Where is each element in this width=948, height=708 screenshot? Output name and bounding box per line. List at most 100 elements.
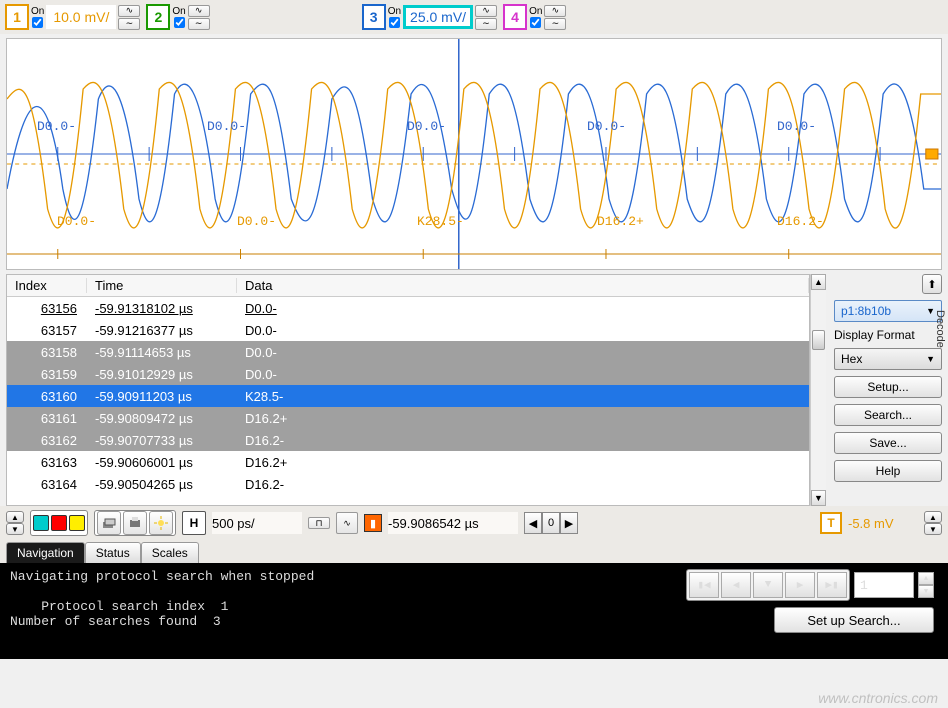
color-chip-red[interactable] [51, 515, 67, 531]
table-row[interactable]: 63163-59.90606001 µsD16.2+ [7, 451, 809, 473]
channel-4-group: 4 On ∿ ∼ [503, 4, 566, 30]
protocol-dropdown[interactable]: p1:8b10b ▼ [834, 300, 942, 322]
channel-3-scale[interactable]: 25.0 mV/ [403, 5, 473, 29]
channel-1-scale[interactable]: 10.0 mV/ [46, 5, 116, 29]
timebase-field[interactable] [212, 512, 302, 534]
channel-4-coupling-stack: ∿ ∼ [544, 5, 566, 30]
print-icon[interactable] [123, 511, 147, 535]
save-button[interactable]: Save... [834, 432, 942, 454]
channel-3-checkbox[interactable] [389, 17, 400, 28]
decode-bot-label: D16.2+ [597, 214, 644, 229]
watermark-text: www.cntronics.com [818, 690, 938, 706]
scroll-up-icon[interactable]: ▲ [811, 274, 826, 290]
mode-btn-1[interactable]: ⊓ [308, 517, 330, 529]
coupling-dc-icon[interactable]: ∼ [475, 18, 497, 30]
nav-next-button[interactable]: ▶ [785, 572, 815, 598]
cell-time: -59.91114653 µs [87, 345, 237, 360]
cell-index: 63157 [7, 323, 87, 338]
color-chip-yellow[interactable] [69, 515, 85, 531]
tab-navigation[interactable]: Navigation [6, 542, 85, 563]
trigger-marker-icon [926, 149, 938, 159]
coupling-ac-icon[interactable]: ∿ [118, 5, 140, 17]
delay-right-button[interactable]: ▶ [560, 512, 578, 534]
cell-time: -59.91012929 µs [87, 367, 237, 382]
trigger-pos-icon[interactable]: ▮ [364, 514, 382, 532]
coupling-dc-icon[interactable]: ∼ [544, 18, 566, 30]
coupling-ac-icon[interactable]: ∿ [188, 5, 210, 17]
help-button[interactable]: Help [834, 460, 942, 482]
mode-btn-2[interactable]: ∿ [336, 512, 358, 534]
panel-up-button[interactable]: ⬆ [922, 274, 942, 294]
channel-2-checkbox[interactable] [174, 17, 185, 28]
bottom-tabs: Navigation Status Scales [0, 540, 948, 563]
table-row[interactable]: 63156-59.91318102 µsD0.0- [7, 297, 809, 319]
cell-time: -59.90911203 µs [87, 389, 237, 404]
table-row[interactable]: 63157-59.91216377 µsD0.0- [7, 319, 809, 341]
display-format-dropdown[interactable]: Hex ▼ [834, 348, 942, 370]
arrow-down-icon[interactable]: ▼ [6, 523, 24, 535]
decode-side-panel: ⬆ p1:8b10b ▼ Display Format Hex ▼ Setup.… [826, 274, 942, 506]
table-row[interactable]: 63162-59.90707733 µsD16.2- [7, 429, 809, 451]
horizontal-badge[interactable]: H [182, 511, 206, 535]
channel-4-checkbox[interactable] [530, 17, 541, 28]
channel-4-badge[interactable]: 4 [503, 4, 527, 30]
delay-zero-button[interactable]: 0 [542, 512, 560, 534]
nav-down-button[interactable]: ▼ [753, 572, 783, 598]
layers-icon[interactable] [97, 511, 121, 535]
coupling-ac-icon[interactable]: ∿ [475, 5, 497, 17]
channel-2-group: 2 On ∿ ∼ [146, 4, 209, 30]
decode-bot-label: D0.0- [237, 214, 276, 229]
nav-first-button[interactable]: ▮◀ [689, 572, 719, 598]
delay-left-button[interactable]: ◀ [524, 512, 542, 534]
trigger-badge[interactable]: T [820, 512, 842, 534]
channel-1-badge[interactable]: 1 [5, 4, 29, 30]
display-format-label: Display Format [834, 328, 942, 342]
table-row[interactable]: 63160-59.90911203 µsK28.5- [7, 385, 809, 407]
table-scrollbar[interactable]: ▲ ▼ [810, 274, 826, 506]
color-chip-cyan[interactable] [33, 515, 49, 531]
trigger-level[interactable]: -5.8 mV [848, 516, 918, 531]
col-header-index[interactable]: Index [7, 278, 87, 293]
scroll-thumb[interactable] [812, 330, 825, 350]
coupling-dc-icon[interactable]: ∼ [118, 18, 140, 30]
cell-index: 63163 [7, 455, 87, 470]
spin-up-icon[interactable]: ▲ [918, 572, 934, 585]
brightness-icon[interactable] [149, 511, 173, 535]
channel-4-onoff: On [529, 7, 542, 28]
tab-scales[interactable]: Scales [141, 542, 199, 563]
decode-top-label: D0.0- [777, 119, 816, 134]
arrow-down-icon[interactable]: ▼ [924, 523, 942, 535]
col-header-data[interactable]: Data [237, 278, 809, 293]
decode-top-label: D0.0- [587, 119, 626, 134]
cell-data: D16.2+ [237, 455, 809, 470]
table-row[interactable]: 63161-59.90809472 µsD16.2+ [7, 407, 809, 429]
channel-3-badge[interactable]: 3 [362, 4, 386, 30]
arrow-up-icon[interactable]: ▲ [6, 511, 24, 523]
waveform-display[interactable]: D0.0- D0.0- D0.0- D0.0- D0.0- D0.0- D0.0… [6, 38, 942, 270]
table-row[interactable]: 63158-59.91114653 µsD0.0- [7, 341, 809, 363]
setup-search-button[interactable]: Set up Search... [774, 607, 934, 633]
table-row[interactable]: 63159-59.91012929 µsD0.0- [7, 363, 809, 385]
coupling-ac-icon[interactable]: ∿ [544, 5, 566, 17]
cell-time: -59.91216377 µs [87, 323, 237, 338]
tab-status[interactable]: Status [85, 542, 141, 563]
table-row[interactable]: 63164-59.90504265 µsD16.2- [7, 473, 809, 495]
spin-down-icon[interactable]: ▼ [918, 585, 934, 598]
setup-button[interactable]: Setup... [834, 376, 942, 398]
cell-index: 63159 [7, 367, 87, 382]
col-header-time[interactable]: Time [87, 278, 237, 293]
arrow-up-icon[interactable]: ▲ [924, 511, 942, 523]
nav-last-button[interactable]: ▶▮ [817, 572, 847, 598]
cell-index: 63158 [7, 345, 87, 360]
decode-top-label: D0.0- [407, 119, 446, 134]
scroll-down-icon[interactable]: ▼ [811, 490, 826, 506]
nav-index-field[interactable]: 1 [854, 572, 914, 598]
channel-toolbar: 1 On 10.0 mV/ ∿ ∼ 2 On ∿ ∼ 3 On 25.0 mV/… [0, 0, 948, 34]
delay-field[interactable] [388, 512, 518, 534]
trigger-arrows: ▲ ▼ [924, 511, 942, 535]
channel-1-checkbox[interactable] [32, 17, 43, 28]
nav-prev-button[interactable]: ◀ [721, 572, 751, 598]
search-button[interactable]: Search... [834, 404, 942, 426]
channel-2-badge[interactable]: 2 [146, 4, 170, 30]
coupling-dc-icon[interactable]: ∼ [188, 18, 210, 30]
